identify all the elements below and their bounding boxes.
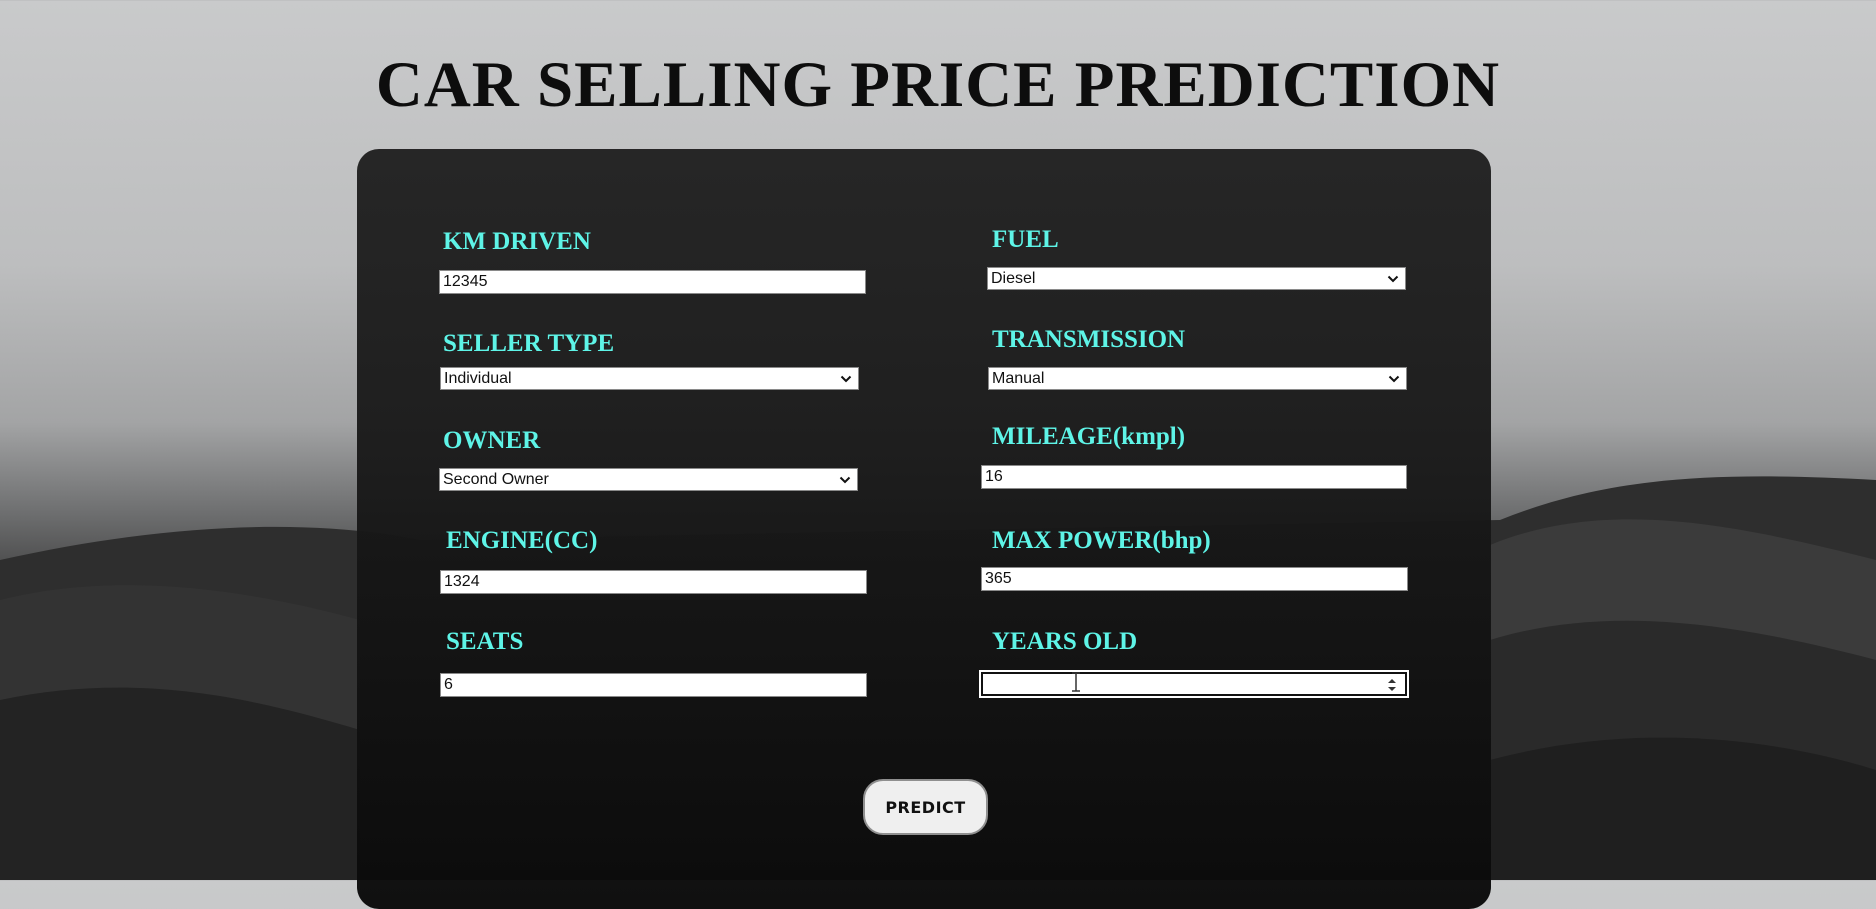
fuel-selected-value: Diesel	[991, 270, 1036, 287]
transmission-select[interactable]: Manual	[988, 367, 1407, 390]
engine-input[interactable]: 1324	[440, 570, 867, 594]
page-title: CAR SELLING PRICE PREDICTION	[375, 49, 1501, 121]
seller-type-selected-value: Individual	[444, 370, 512, 387]
km-driven-label: KM DRIVEN	[443, 228, 591, 255]
text-cursor-icon	[1072, 672, 1080, 692]
seats-label: SEATS	[446, 628, 524, 655]
seats-input[interactable]: 6	[440, 673, 867, 697]
fuel-label: FUEL	[992, 226, 1059, 253]
number-spinner-icon[interactable]	[1387, 677, 1397, 693]
predict-button[interactable]: PREDICT	[863, 779, 988, 835]
seller-type-select[interactable]: Individual	[440, 367, 859, 390]
engine-label: ENGINE(CC)	[446, 527, 598, 554]
fuel-select[interactable]: Diesel	[987, 267, 1406, 290]
transmission-label: TRANSMISSION	[992, 326, 1186, 353]
years-old-label: YEARS OLD	[992, 628, 1138, 655]
chevron-down-icon	[840, 375, 852, 383]
km-driven-input[interactable]: 12345	[439, 270, 866, 294]
owner-label: OWNER	[443, 427, 541, 454]
mileage-label: MILEAGE(kmpl)	[992, 423, 1186, 450]
seller-type-label: SELLER TYPE	[443, 330, 615, 357]
chevron-down-icon	[1388, 375, 1400, 383]
chevron-down-icon	[839, 476, 851, 484]
chevron-down-icon	[1387, 275, 1399, 283]
owner-selected-value: Second Owner	[443, 471, 549, 488]
owner-select[interactable]: Second Owner	[439, 468, 858, 491]
mileage-input[interactable]: 16	[981, 465, 1407, 489]
max-power-label: MAX POWER(bhp)	[992, 527, 1211, 554]
transmission-selected-value: Manual	[992, 370, 1045, 387]
max-power-input[interactable]: 365	[981, 567, 1408, 591]
years-old-input[interactable]	[981, 672, 1407, 696]
